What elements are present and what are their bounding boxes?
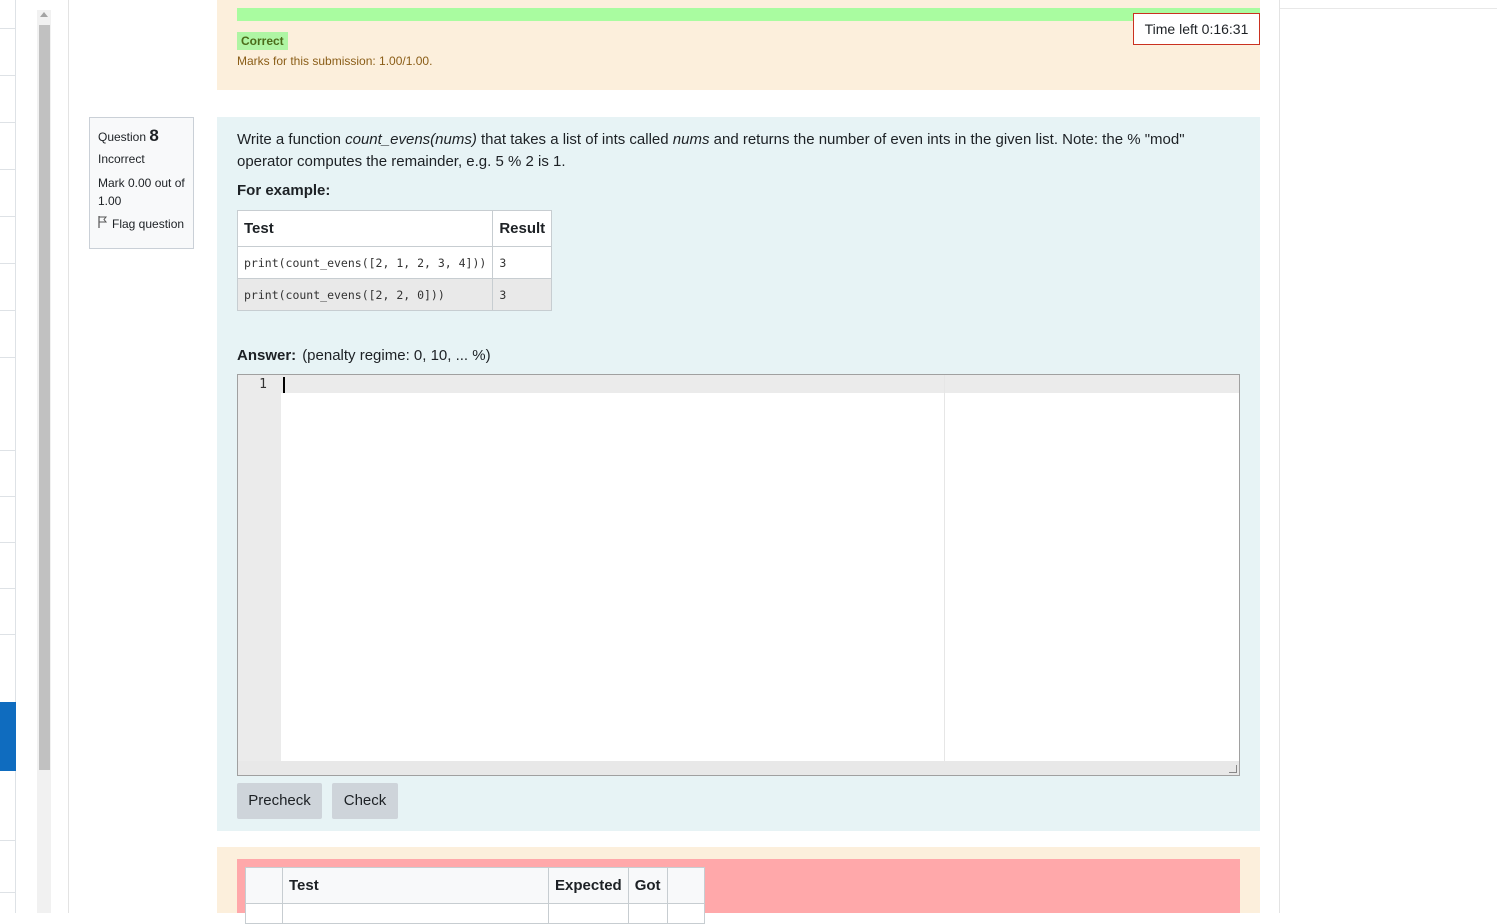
code-editor[interactable]: 1 bbox=[237, 374, 1240, 776]
question-number: Question 8 bbox=[98, 126, 185, 146]
line-number: 1 bbox=[259, 377, 267, 392]
results-header-expected: Expected bbox=[548, 867, 629, 904]
results-header-test: Test bbox=[282, 867, 549, 904]
strip-divider bbox=[0, 263, 15, 264]
scrollbar-thumb[interactable] bbox=[39, 25, 50, 770]
strip-divider bbox=[0, 542, 15, 543]
flag-icon bbox=[98, 216, 108, 231]
strip-divider bbox=[0, 450, 15, 451]
results-cell bbox=[548, 903, 629, 924]
table-row bbox=[245, 903, 705, 924]
course-index-active-item[interactable] bbox=[0, 702, 16, 771]
example-result: 3 bbox=[492, 278, 553, 311]
strip-divider bbox=[0, 634, 15, 635]
example-test: print(count_evens([2, 2, 0])) bbox=[236, 278, 494, 311]
results-header-got: Got bbox=[627, 867, 668, 904]
question-info: Question 8 Incorrect Mark 0.00 out of 1.… bbox=[89, 117, 194, 249]
results-header-status bbox=[245, 867, 283, 904]
editor-horizontal-scrollbar[interactable] bbox=[238, 761, 1239, 775]
examples-header-test: Test bbox=[236, 210, 494, 247]
resize-handle-icon[interactable] bbox=[1229, 765, 1237, 773]
precheck-button[interactable]: Precheck bbox=[237, 783, 322, 819]
strip-divider bbox=[0, 357, 15, 358]
results-cell bbox=[627, 903, 668, 924]
results-cell bbox=[666, 903, 705, 924]
question-text: Write a function count_evens(nums) that … bbox=[237, 129, 1227, 173]
question-grade: Mark 0.00 out of 1.00 bbox=[98, 176, 185, 208]
table-row: print(count_evens([2, 2, 0])) 3 bbox=[236, 278, 553, 311]
examples-header-result: Result bbox=[492, 210, 553, 247]
results-cell bbox=[282, 903, 549, 924]
strip-divider bbox=[0, 840, 15, 841]
results-table: Test Expected Got bbox=[245, 867, 705, 924]
previous-result-bar bbox=[237, 8, 1260, 21]
content-border-right bbox=[1279, 0, 1280, 913]
example-result: 3 bbox=[492, 246, 553, 279]
answer-label: Answer: (penalty regime: 0, 10, ... %) bbox=[237, 347, 491, 364]
strip-divider bbox=[0, 496, 15, 497]
editor-print-margin bbox=[944, 375, 945, 775]
scroll-up-arrow-icon[interactable] bbox=[40, 12, 48, 17]
strip-divider bbox=[0, 169, 15, 170]
header-border bbox=[1280, 8, 1497, 9]
function-name: count_evens(nums) bbox=[345, 131, 477, 148]
strip-divider bbox=[0, 892, 15, 893]
parameter-name: nums bbox=[672, 131, 710, 148]
strip-divider bbox=[0, 216, 15, 217]
editor-active-line bbox=[281, 375, 1239, 393]
examples-table: Test Result print(count_evens([2, 1, 2, … bbox=[236, 210, 553, 311]
text-cursor bbox=[283, 377, 285, 393]
editor-gutter: 1 bbox=[238, 375, 281, 775]
answer-heading: Answer: bbox=[237, 347, 297, 364]
results-cell bbox=[245, 903, 283, 924]
strip-divider bbox=[0, 588, 15, 589]
question-state: Incorrect bbox=[98, 152, 145, 166]
for-example-heading: For example: bbox=[237, 182, 331, 199]
penalty-regime: (penalty regime: 0, 10, ... %) bbox=[302, 347, 491, 364]
question-label: Question bbox=[98, 130, 147, 144]
strip-divider bbox=[0, 310, 15, 311]
results-header-mark bbox=[666, 867, 705, 904]
flag-question-button[interactable]: Flag question bbox=[98, 216, 185, 231]
example-test: print(count_evens([2, 1, 2, 3, 4])) bbox=[236, 246, 494, 279]
submission-marks: Marks for this submission: 1.00/1.00. bbox=[237, 54, 433, 68]
flag-question-label: Flag question bbox=[112, 216, 185, 231]
question-text-part: Write a function bbox=[237, 131, 346, 148]
strip-divider bbox=[0, 75, 15, 76]
strip-divider bbox=[0, 122, 15, 123]
table-row: print(count_evens([2, 1, 2, 3, 4])) 3 bbox=[236, 246, 553, 279]
content-border-left bbox=[68, 0, 69, 913]
quiz-timer: Time left 0:16:31 bbox=[1133, 13, 1260, 45]
check-button[interactable]: Check bbox=[332, 783, 398, 819]
course-index-strip bbox=[0, 0, 16, 913]
strip-divider bbox=[0, 28, 15, 29]
correct-badge: Correct bbox=[237, 32, 288, 50]
question-number-value: 8 bbox=[149, 126, 159, 145]
question-text-part: that takes a list of ints called bbox=[476, 131, 673, 148]
